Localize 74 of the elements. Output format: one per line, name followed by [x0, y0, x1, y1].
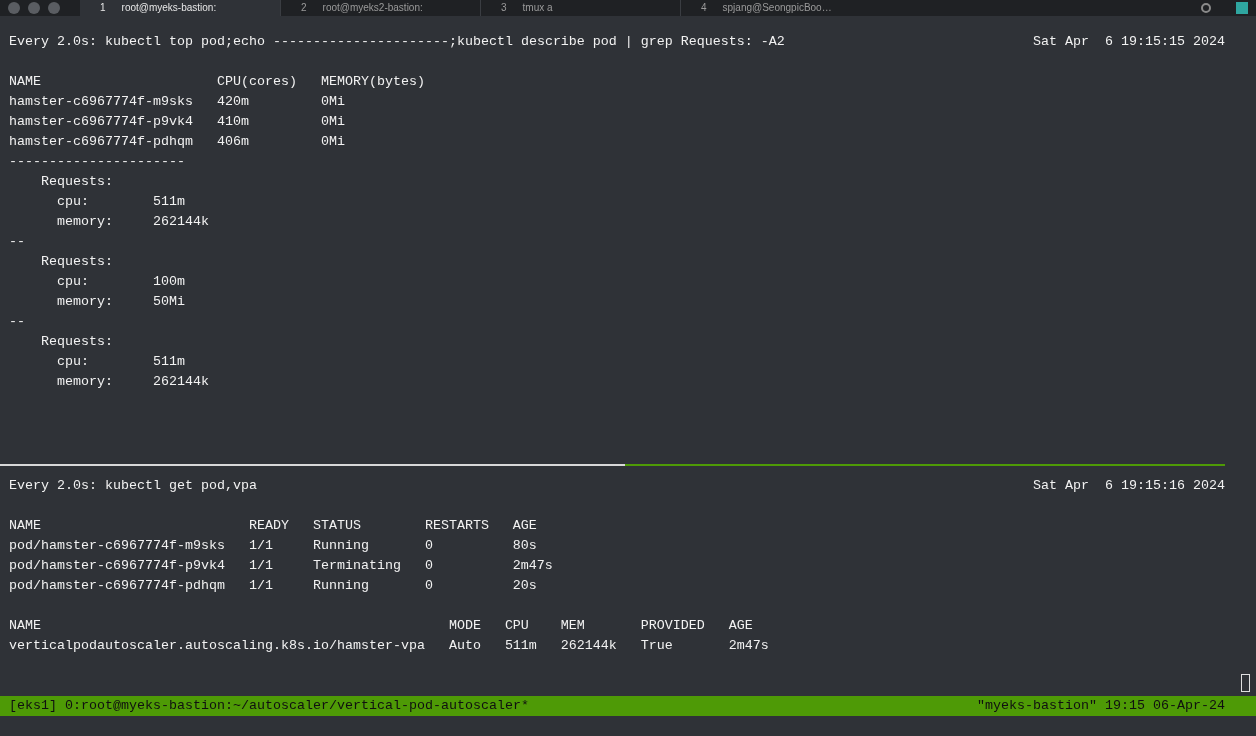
column-header: PROVIDED [640, 618, 705, 633]
requests-label: Requests: [41, 253, 113, 271]
window-control-icon[interactable] [8, 2, 20, 14]
table-cell: 1/1 [248, 558, 273, 573]
table-cell: 511m [504, 638, 537, 653]
resource-key: cpu: [57, 194, 89, 209]
column-header: AGE [728, 618, 753, 633]
resource-value: 511m [152, 353, 185, 371]
watch-command: Every 2.0s: kubectl top pod;echo ----------------------;kubectl describe pod | grep Requests: -A2 [9, 33, 785, 51]
resource-value: 50Mi [152, 293, 185, 311]
table-cell: 0 [424, 538, 433, 553]
column-header: MEMORY(bytes) [320, 74, 425, 89]
column-header: CPU(cores) [216, 74, 297, 89]
requests-label: Requests: [41, 333, 113, 351]
table-cell: pod/hamster-c6967774f-p9vk4 [9, 558, 225, 573]
window-control-icon[interactable] [48, 2, 60, 14]
table-cell: Running [312, 578, 369, 593]
column-header: NAME [9, 618, 41, 633]
column-header: READY [248, 518, 289, 533]
table-cell: 0Mi [320, 134, 345, 149]
resource-key: memory: [57, 374, 113, 389]
table-cell: Auto [448, 638, 481, 653]
table-cell: 0Mi [320, 114, 345, 129]
table-cell: hamster-c6967774f-p9vk4 [9, 114, 193, 129]
resource-key: cpu: [57, 354, 89, 369]
table-cell: True [640, 638, 673, 653]
timestamp: Sat Apr 6 19:15:16 2024 [1033, 477, 1225, 495]
table-cell: pod/hamster-c6967774f-m9sks [9, 538, 225, 553]
resource-value: 100m [152, 273, 185, 291]
separator-text: -- [9, 313, 25, 331]
table-cell: 2m47s [512, 558, 553, 573]
table-cell: 420m [216, 94, 249, 109]
table-cell: 0Mi [320, 94, 345, 109]
column-header: STATUS [312, 518, 361, 533]
table-cell: 1/1 [248, 538, 273, 553]
resource-value: 262144k [152, 213, 209, 231]
window-control-icon[interactable] [28, 2, 40, 14]
terminal-tab[interactable]: 1 root@myeks-bastion: [80, 0, 280, 16]
table-cell: 2m47s [728, 638, 769, 653]
resource-key: memory: [57, 214, 113, 229]
separator-text: ---------------------- [9, 153, 185, 171]
timestamp: Sat Apr 6 19:15:15 2024 [1033, 33, 1225, 51]
settings-icon[interactable] [1200, 2, 1212, 14]
table-cell: 262144k [560, 638, 617, 653]
watch-command: Every 2.0s: kubectl get pod,vpa [9, 477, 257, 495]
session-info: [eks1] 0:root@myeks-bastion:~/autoscaler/vertical-pod-autoscaler* [9, 697, 529, 715]
column-header: AGE [512, 518, 537, 533]
column-header: RESTARTS [424, 518, 489, 533]
table-cell: 20s [512, 578, 537, 593]
table-cell: 1/1 [248, 578, 273, 593]
host-time: "myeks-bastion" 19:15 06-Apr-24 [977, 697, 1225, 715]
column-header: NAME [9, 518, 41, 533]
table-cell: 0 [424, 558, 433, 573]
cursor [1241, 674, 1250, 692]
table-cell: Terminating [312, 558, 401, 573]
table-cell: 0 [424, 578, 433, 593]
table-cell: hamster-c6967774f-pdhqm [9, 134, 193, 149]
resource-key: memory: [57, 294, 113, 309]
table-cell: verticalpodautoscaler.autoscaling.k8s.io/hamster-vpa [9, 638, 425, 653]
separator-text: -- [9, 233, 25, 251]
requests-label: Requests: [41, 173, 113, 191]
table-cell: pod/hamster-c6967774f-pdhqm [9, 578, 225, 593]
column-header: NAME [9, 74, 41, 89]
table-cell: 80s [512, 538, 537, 553]
column-header: CPU [504, 618, 529, 633]
resource-value: 511m [152, 193, 185, 211]
table-cell: hamster-c6967774f-m9sks [9, 94, 193, 109]
table-cell: Running [312, 538, 369, 553]
column-header: MODE [448, 618, 481, 633]
resource-key: cpu: [57, 274, 89, 289]
table-cell: 406m [216, 134, 249, 149]
table-cell: 410m [216, 114, 249, 129]
column-header: MEM [560, 618, 585, 633]
resource-value: 262144k [152, 373, 209, 391]
